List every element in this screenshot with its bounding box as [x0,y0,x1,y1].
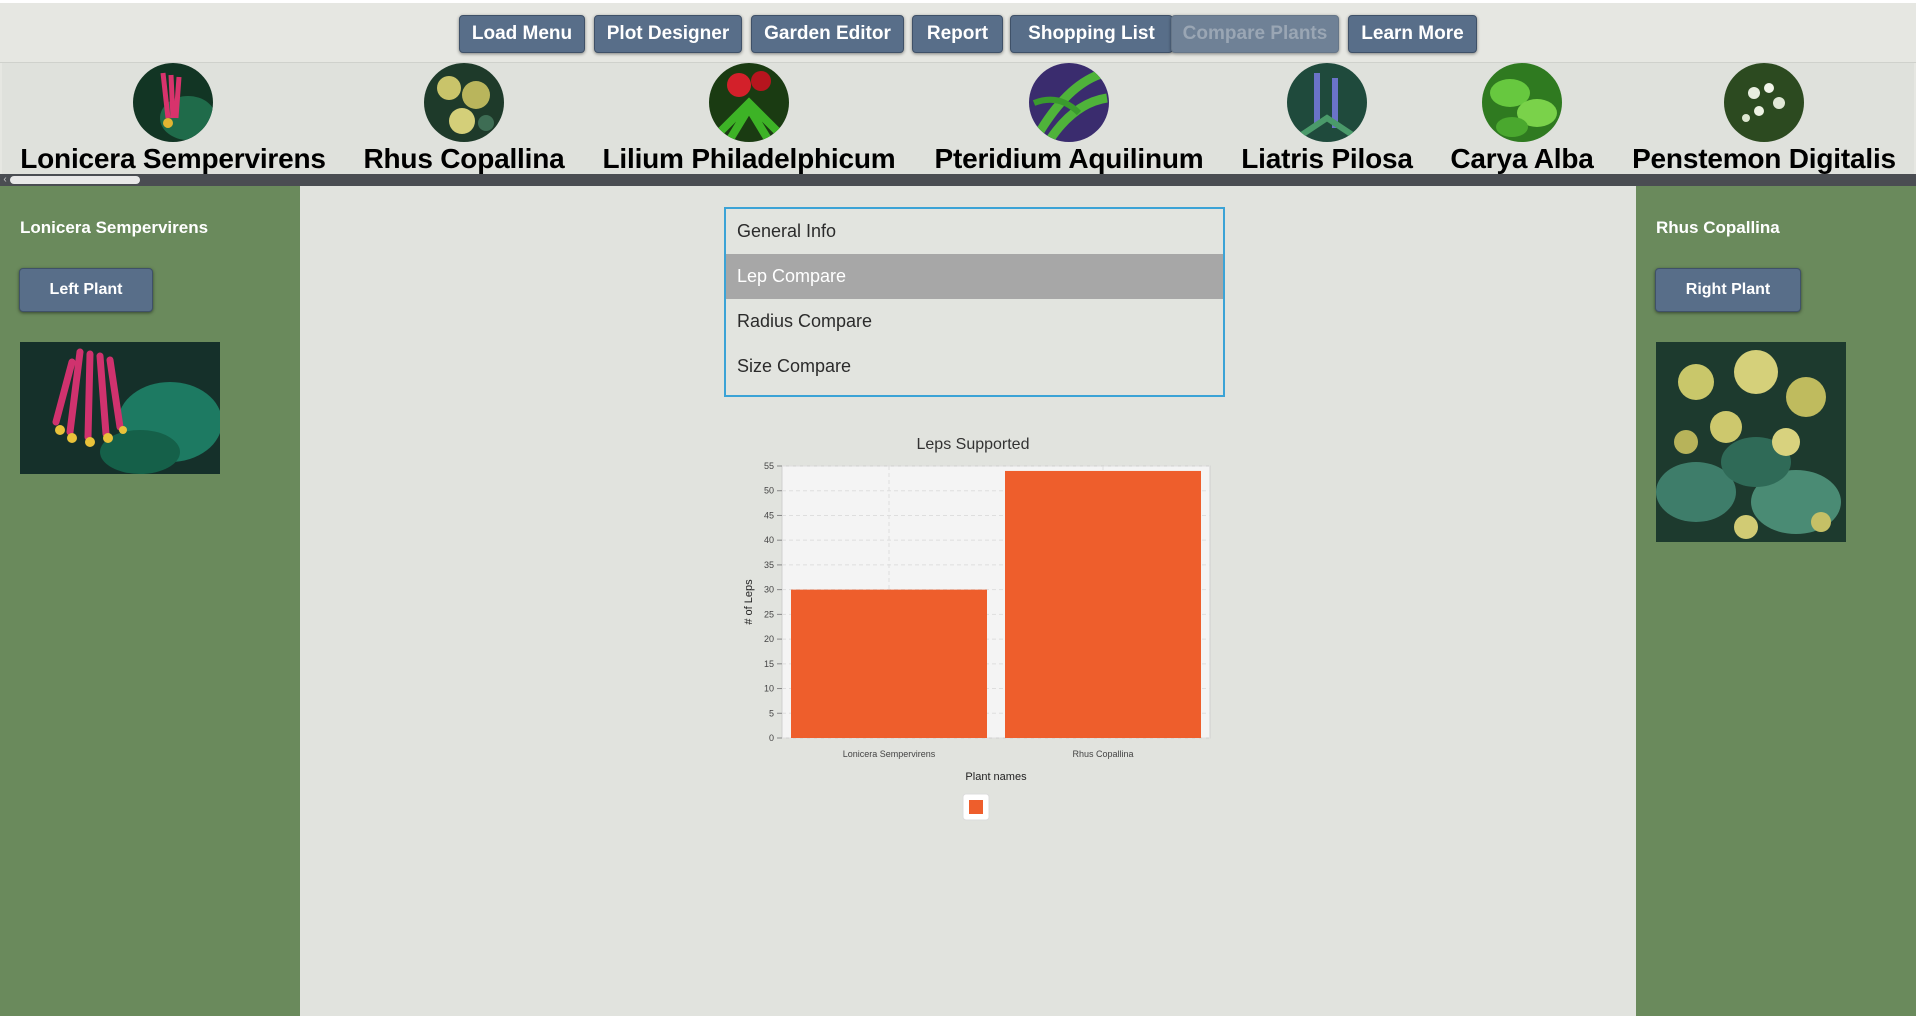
left-plant-button[interactable]: Left Plant [19,268,153,312]
plant-card-lilium[interactable]: Lilium Philadelphicum [584,63,914,174]
plant-card-pteridium[interactable]: Pteridium Aquilinum [914,63,1224,174]
right-plant-image [1656,342,1846,542]
bar-1 [791,589,987,738]
compare-options-list[interactable]: General Info Lep Compare Radius Compare … [724,207,1225,397]
left-plant-image [20,342,220,474]
compare-plants-button[interactable]: Compare Plants [1171,15,1339,53]
y-tick-label: 15 [764,659,774,669]
list-item-size-compare[interactable]: Size Compare [726,344,1223,389]
right-plant-panel: Rhus Copallina Right Plant [1636,186,1916,1016]
plant-photo-icon [709,63,789,142]
plant-name: Pteridium Aquilinum [934,143,1204,174]
y-tick-label: 45 [764,510,774,520]
y-tick-label: 25 [764,609,774,619]
x-tick-label: Rhus Copallina [1072,749,1133,759]
plant-card-penstemon[interactable]: Penstemon Digitalis [1614,63,1914,174]
y-tick-label: 20 [764,634,774,644]
plant-name: Rhus Copallina [363,143,565,174]
load-menu-button[interactable]: Load Menu [459,15,585,53]
list-item-general-info[interactable]: General Info [726,209,1223,254]
plant-photo-icon [1724,63,1804,142]
plant-photo-icon [1287,63,1367,142]
list-item-radius-compare[interactable]: Radius Compare [726,299,1223,344]
y-tick-label: 10 [764,684,774,694]
x-axis-label: Plant names [965,771,1027,783]
chart-title: Leps Supported [917,436,1030,453]
garden-editor-button[interactable]: Garden Editor [751,15,904,53]
y-tick-label: 30 [764,585,774,595]
x-tick-label: Lonicera Sempervirens [843,749,936,759]
learn-more-button[interactable]: Learn More [1348,15,1477,53]
plant-name: Lonicera Sempervirens [20,143,326,174]
y-tick-label: 50 [764,486,774,496]
legend-swatch [969,800,983,814]
horizontal-scrollbar[interactable]: ‹ [0,174,1916,186]
plant-photo-icon [424,63,504,142]
y-tick-label: 0 [769,733,774,743]
plant-photo-icon [1482,63,1562,142]
y-axis-ticks: 0 5 10 15 20 25 30 35 40 45 50 55 [764,461,782,743]
plant-name: Lilium Philadelphicum [602,143,896,174]
right-plant-button[interactable]: Right Plant [1655,268,1801,312]
plant-card-lonicera[interactable]: Lonicera Sempervirens [2,63,344,174]
right-plant-title: Rhus Copallina [1656,218,1780,237]
plant-card-rhus[interactable]: Rhus Copallina [344,63,584,174]
report-button[interactable]: Report [912,15,1003,53]
plant-card-carya[interactable]: Carya Alba [1430,63,1614,174]
top-nav-bar: Load Menu Plot Designer Garden Editor Re… [0,0,1916,62]
plant-card-liatris[interactable]: Liatris Pilosa [1224,63,1430,174]
bar-2 [1005,470,1201,738]
scroll-left-arrow-icon[interactable]: ‹ [0,174,10,186]
plant-name: Carya Alba [1450,143,1594,174]
plant-name: Liatris Pilosa [1241,143,1413,174]
plant-photo-icon [133,63,213,142]
y-tick-label: 55 [764,461,774,471]
left-plant-title: Lonicera Sempervirens [20,218,209,237]
plot-designer-button[interactable]: Plot Designer [594,15,742,53]
shopping-list-button[interactable]: Shopping List [1010,15,1173,53]
plant-strip: Lonicera Sempervirens Rhus Copallina Lil… [0,62,1916,174]
y-tick-label: 40 [764,535,774,545]
scrollbar-thumb[interactable] [10,176,140,184]
left-plant-panel: Lonicera Sempervirens Left Plant [0,186,300,1016]
y-tick-label: 35 [764,560,774,570]
list-item-lep-compare[interactable]: Lep Compare [726,254,1223,299]
y-axis-label: # of Leps [743,579,755,625]
plant-name: Penstemon Digitalis [1632,143,1896,174]
x-axis-ticks: Lonicera Sempervirens Rhus Copallina [843,749,1134,759]
leps-bar-chart: Leps Supported 0 5 10 15 20 25 30 35 40 45 50 55 Lo… [743,436,1211,821]
y-tick-label: 5 [769,708,774,718]
plant-photo-icon [1029,63,1109,142]
